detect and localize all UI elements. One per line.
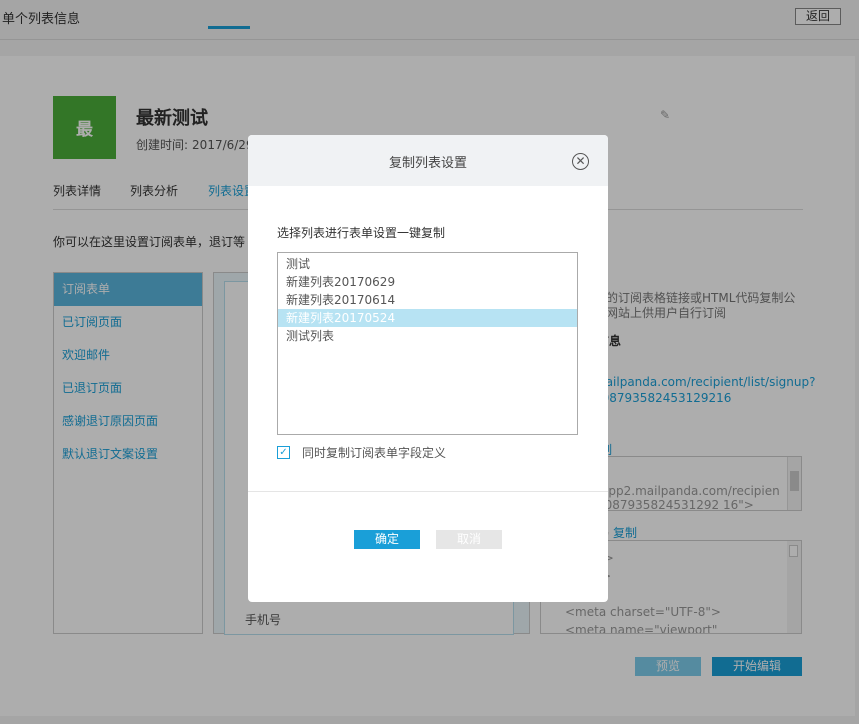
modal-divider <box>248 491 608 492</box>
cancel-button[interactable]: 取消 <box>436 530 502 549</box>
list-option[interactable]: 测试 <box>278 255 577 273</box>
modal-header: 复制列表设置 ✕ <box>248 135 608 186</box>
copy-list-settings-modal: 复制列表设置 ✕ 选择列表进行表单设置一键复制 测试 新建列表20170629 … <box>248 135 608 602</box>
copy-fields-checkbox[interactable]: ✓ <box>277 446 290 459</box>
modal-instruction: 选择列表进行表单设置一键复制 <box>277 226 446 240</box>
copy-fields-label: 同时复制订阅表单字段定义 <box>302 446 447 460</box>
list-option[interactable]: 新建列表20170614 <box>278 291 577 309</box>
confirm-button[interactable]: 确定 <box>354 530 420 549</box>
list-select-box[interactable]: 测试 新建列表20170629 新建列表20170614 新建列表2017052… <box>277 252 578 435</box>
list-option[interactable]: 测试列表 <box>278 327 577 345</box>
list-option[interactable]: 新建列表20170629 <box>278 273 577 291</box>
close-icon[interactable]: ✕ <box>572 153 589 170</box>
list-option-selected[interactable]: 新建列表20170524 <box>278 309 577 327</box>
modal-title: 复制列表设置 <box>388 156 467 171</box>
